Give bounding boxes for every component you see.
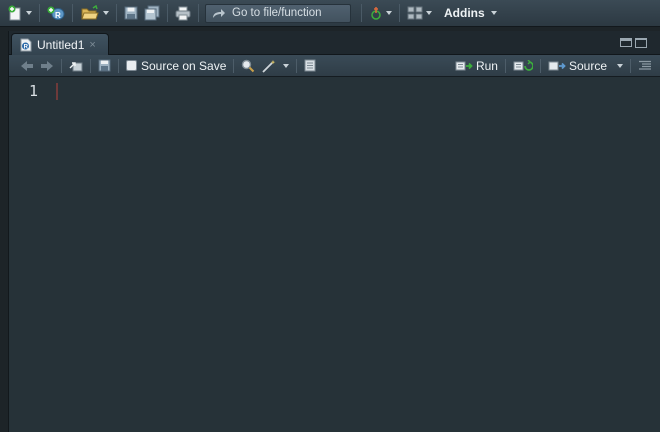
version-control-button[interactable] (366, 2, 395, 24)
git-icon (371, 7, 381, 20)
print-icon (175, 6, 191, 20)
go-to-placeholder: Go to file/function (232, 7, 322, 19)
back-button[interactable] (17, 56, 37, 76)
toolbar-divider (72, 4, 73, 22)
magic-wand-icon (262, 59, 276, 73)
magnifier-icon (242, 59, 255, 72)
toolbar-divider (198, 4, 199, 22)
panes-layout-icon (407, 6, 423, 20)
open-folder-icon (81, 5, 99, 20)
open-file-button[interactable] (77, 2, 112, 24)
toolbar-divider (61, 58, 62, 73)
code-editor[interactable]: 1 (9, 77, 660, 432)
go-to-arrow-icon (213, 8, 225, 18)
save-all-button[interactable] (141, 2, 163, 24)
save-icon (124, 6, 138, 20)
show-in-new-window-icon (69, 61, 83, 71)
toolbar-divider (118, 58, 119, 73)
notebook-icon (304, 59, 316, 72)
source-label: Source (568, 58, 607, 73)
show-in-new-window-button[interactable] (66, 56, 86, 76)
save-current-document-button[interactable] (95, 56, 114, 76)
new-file-button[interactable] (4, 2, 35, 24)
document-outline-icon (639, 60, 651, 70)
source-editor-pane: R Untitled1 × Source on Save Run Source … (8, 31, 660, 432)
addins-menu-button[interactable]: Addins (435, 2, 500, 24)
find-replace-button[interactable] (238, 56, 258, 76)
code-tools-button[interactable] (258, 56, 292, 76)
forward-arrow-icon (41, 60, 53, 71)
close-icon[interactable]: × (89, 39, 95, 51)
new-file-icon (8, 5, 21, 21)
run-label: Run (475, 58, 498, 73)
back-arrow-icon (21, 60, 33, 71)
go-to-file-function-input[interactable]: Go to file/function (205, 3, 351, 23)
save-icon (98, 59, 111, 72)
toolbar-divider (233, 58, 235, 73)
svg-text:R: R (55, 11, 61, 20)
chevron-down-icon[interactable] (103, 11, 109, 15)
addins-label: Addins (444, 6, 485, 20)
source-on-save-checkbox[interactable] (126, 60, 137, 71)
save-all-icon (144, 5, 160, 21)
tab-untitled1[interactable]: R Untitled1 × (11, 33, 109, 55)
toolbar-divider (504, 58, 506, 73)
new-project-icon: R (47, 6, 65, 20)
run-button[interactable]: Run (452, 56, 501, 76)
rerun-button[interactable] (510, 56, 536, 76)
run-icon (455, 61, 473, 70)
toolbar-divider (539, 58, 541, 73)
source-on-save-label: Source on Save (141, 58, 227, 73)
editor-toolbar-right-group: Run Source (452, 56, 660, 76)
toolbar-divider (116, 4, 117, 22)
workspace-panes-button[interactable] (404, 2, 435, 24)
maximize-pane-icon[interactable] (635, 38, 647, 48)
tab-title: Untitled1 (37, 37, 85, 52)
source-button[interactable]: Source (545, 56, 626, 76)
chevron-down-icon[interactable] (26, 11, 32, 15)
source-on-save-toggle[interactable]: Source on Save (123, 56, 229, 76)
chevron-down-icon[interactable] (386, 11, 392, 15)
editor-tab-bar: R Untitled1 × (9, 31, 660, 55)
global-toolbar: R Go to file/function Addins (0, 0, 660, 27)
toolbar-divider (361, 4, 362, 22)
toolbar-divider (167, 4, 168, 22)
minimize-pane-icon[interactable] (620, 38, 632, 47)
toolbar-divider (399, 4, 400, 22)
forward-button[interactable] (37, 56, 57, 76)
chevron-down-icon (283, 63, 290, 68)
chevron-down-icon[interactable] (617, 63, 623, 68)
chevron-down-icon[interactable] (426, 11, 432, 15)
editor-toolbar: Source on Save Run Source (9, 55, 660, 77)
source-icon (548, 61, 566, 70)
new-project-button[interactable]: R (44, 2, 68, 24)
compile-report-button[interactable] (301, 56, 319, 76)
text-cursor (56, 83, 58, 100)
print-button[interactable] (172, 2, 194, 24)
toolbar-divider (296, 58, 298, 73)
toolbar-divider (39, 4, 40, 22)
pane-window-controls (620, 38, 647, 48)
svg-text:R: R (24, 44, 29, 50)
document-outline-button[interactable] (635, 56, 655, 76)
line-number: 1 (29, 82, 39, 100)
toolbar-divider (90, 58, 91, 73)
rerun-icon (513, 59, 533, 71)
toolbar-divider (630, 58, 631, 73)
chevron-down-icon (490, 11, 497, 15)
r-script-file-icon: R (20, 38, 32, 51)
save-button[interactable] (121, 2, 141, 24)
